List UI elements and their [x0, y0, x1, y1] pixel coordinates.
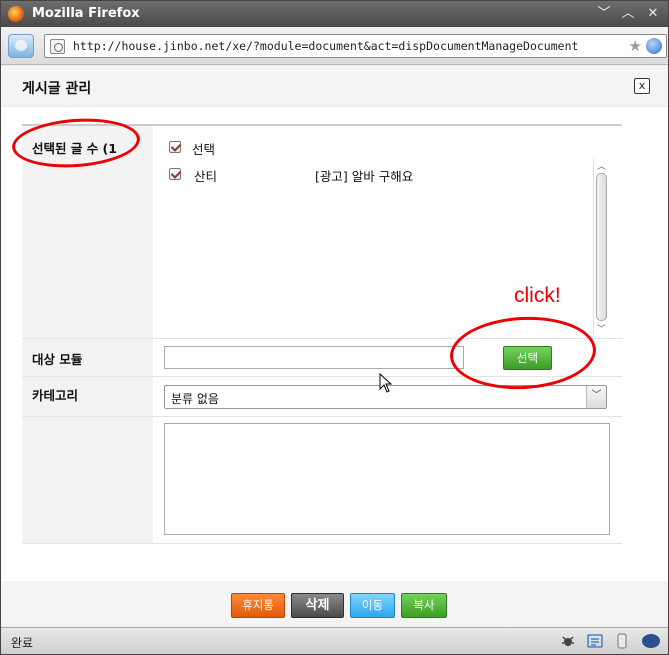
device-icon[interactable]	[614, 633, 630, 649]
url-text: http://house.jinbo.net/xe/?module=docume…	[73, 39, 579, 53]
translate-icon[interactable]	[587, 633, 603, 649]
status-text: 완료	[11, 636, 34, 650]
trash-button[interactable]: 휴지통	[231, 593, 285, 618]
category-header: 카테고리	[22, 377, 153, 416]
category-label: 카테고리	[32, 388, 79, 403]
list-scrollbar[interactable]: ︿ ﹀	[593, 159, 609, 335]
close-window-icon[interactable]: ✕	[644, 5, 662, 23]
popup-close-button[interactable]: x	[634, 78, 650, 94]
scroll-down-icon[interactable]: ﹀	[597, 322, 606, 335]
delete-button[interactable]: 삭제	[291, 593, 344, 618]
scroll-up-icon[interactable]: ︿	[597, 159, 606, 172]
window-title: Mozilla Firefox	[32, 6, 140, 21]
mind-icon[interactable]	[641, 633, 661, 649]
title-bar: Mozilla Firefox ﹀ ︿ ✕	[1, 1, 668, 27]
move-button[interactable]: 이동	[350, 593, 395, 618]
go-icon[interactable]	[646, 38, 662, 54]
annotation-click-text: click!	[514, 284, 561, 307]
site-identity-icon[interactable]	[50, 39, 65, 54]
scroll-thumb[interactable]	[596, 173, 607, 321]
status-bar: 완료	[1, 627, 668, 654]
browser-window: Mozilla Firefox ﹀ ︿ ✕ http://house.jinbo…	[0, 0, 669, 655]
post-author: 산티	[194, 169, 218, 184]
popup-footer: 휴지통 삭제 이동 복사	[1, 581, 668, 626]
target-module-input[interactable]	[164, 346, 464, 369]
select-all-label: 선택	[192, 142, 216, 157]
chevron-down-icon[interactable]: ﹀	[586, 386, 606, 408]
target-module-label: 대상 모듈	[32, 352, 83, 367]
select-all-checkbox[interactable]	[169, 141, 181, 153]
bug-icon[interactable]	[560, 633, 576, 649]
maximize-icon[interactable]: ︿	[619, 5, 637, 23]
message-header	[22, 417, 153, 543]
category-value: 분류 없음	[171, 392, 219, 406]
web-tool-icon[interactable]	[8, 34, 34, 58]
popup-header: 게시글 관리 x	[1, 66, 668, 107]
bookmark-star-icon[interactable]: ★	[629, 37, 642, 55]
message-textarea[interactable]	[164, 423, 610, 535]
target-module-header: 대상 모듈	[22, 339, 153, 376]
popup-title: 게시글 관리	[22, 81, 92, 97]
copy-button[interactable]: 복사	[401, 593, 447, 618]
url-bar[interactable]: http://house.jinbo.net/xe/?module=docume…	[44, 34, 667, 58]
post-subject: [광고] 알바 구해요	[315, 169, 414, 184]
firefox-icon	[8, 6, 24, 22]
minimize-icon[interactable]: ﹀	[595, 5, 613, 23]
navigation-bar: http://house.jinbo.net/xe/?module=docume…	[1, 27, 668, 65]
post-checkbox[interactable]	[169, 168, 181, 180]
message-row	[22, 417, 622, 544]
